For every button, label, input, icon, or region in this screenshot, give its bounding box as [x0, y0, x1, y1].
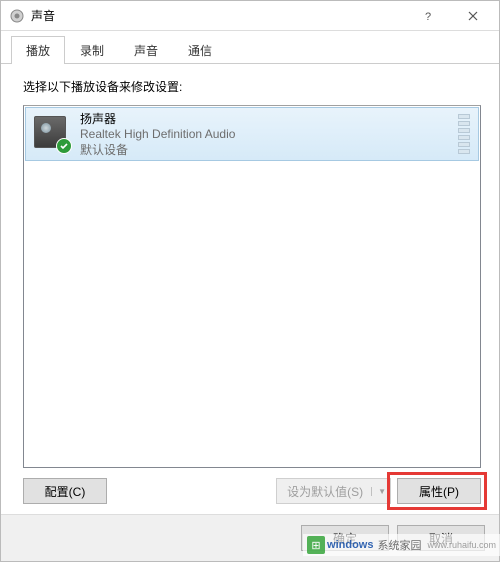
meter-bar: [458, 135, 470, 140]
device-text: 扬声器 Realtek High Definition Audio 默认设备: [80, 110, 452, 158]
tab-label: 录制: [80, 44, 104, 58]
watermark-brand: windows: [327, 539, 373, 551]
button-label: 配置(C): [45, 483, 86, 500]
meter-bar: [458, 121, 470, 126]
button-label: 设为默认值(S): [287, 483, 363, 500]
tab-strip: 播放 录制 声音 通信: [1, 31, 499, 64]
watermark: ⊞ windows 系统家园 www.ruhaifu.com: [303, 534, 500, 556]
meter-bar: [458, 114, 470, 119]
set-default-button: 设为默认值(S) ▼: [276, 478, 391, 504]
watermark-suffix: 系统家园: [377, 537, 421, 553]
device-name: 扬声器: [80, 110, 452, 127]
meter-bar: [458, 149, 470, 154]
device-list[interactable]: 扬声器 Realtek High Definition Audio 默认设备: [23, 105, 481, 468]
window-controls: ?: [405, 2, 495, 30]
help-button[interactable]: ?: [405, 2, 450, 30]
tab-label: 播放: [26, 44, 50, 58]
titlebar: 声音 ?: [1, 1, 499, 31]
sound-dialog: 声音 ? 播放 录制 声音 通信 选择以下播放设备来修改设置:: [0, 0, 500, 562]
configure-button[interactable]: 配置(C): [23, 478, 107, 504]
tab-sounds[interactable]: 声音: [119, 36, 173, 64]
tab-communications[interactable]: 通信: [173, 36, 227, 64]
level-meter: [458, 114, 470, 154]
action-buttons: 配置(C) 设为默认值(S) ▼ 属性(P): [23, 478, 481, 504]
tab-playback[interactable]: 播放: [11, 36, 65, 64]
sound-icon: [9, 8, 25, 24]
flag-icon: ⊞: [307, 536, 325, 554]
meter-bar: [458, 128, 470, 133]
close-button[interactable]: [450, 2, 495, 30]
device-description: Realtek High Definition Audio: [80, 127, 452, 143]
device-status: 默认设备: [80, 143, 452, 159]
device-item-speakers[interactable]: 扬声器 Realtek High Definition Audio 默认设备: [25, 107, 479, 161]
meter-bar: [458, 142, 470, 147]
default-check-icon: [56, 138, 72, 154]
window-title: 声音: [31, 7, 405, 24]
tab-label: 通信: [188, 44, 212, 58]
spacer: [113, 478, 270, 504]
svg-text:?: ?: [425, 11, 431, 21]
watermark-url: www.ruhaifu.com: [427, 540, 496, 550]
tab-content: 选择以下播放设备来修改设置: 扬声器 Realtek High Definiti…: [1, 64, 499, 514]
instruction-text: 选择以下播放设备来修改设置:: [23, 78, 481, 95]
highlight-annotation: [387, 472, 487, 510]
device-icon-wrap: [34, 116, 70, 152]
tab-recording[interactable]: 录制: [65, 36, 119, 64]
chevron-down-icon: ▼: [371, 487, 386, 496]
tab-label: 声音: [134, 44, 158, 58]
